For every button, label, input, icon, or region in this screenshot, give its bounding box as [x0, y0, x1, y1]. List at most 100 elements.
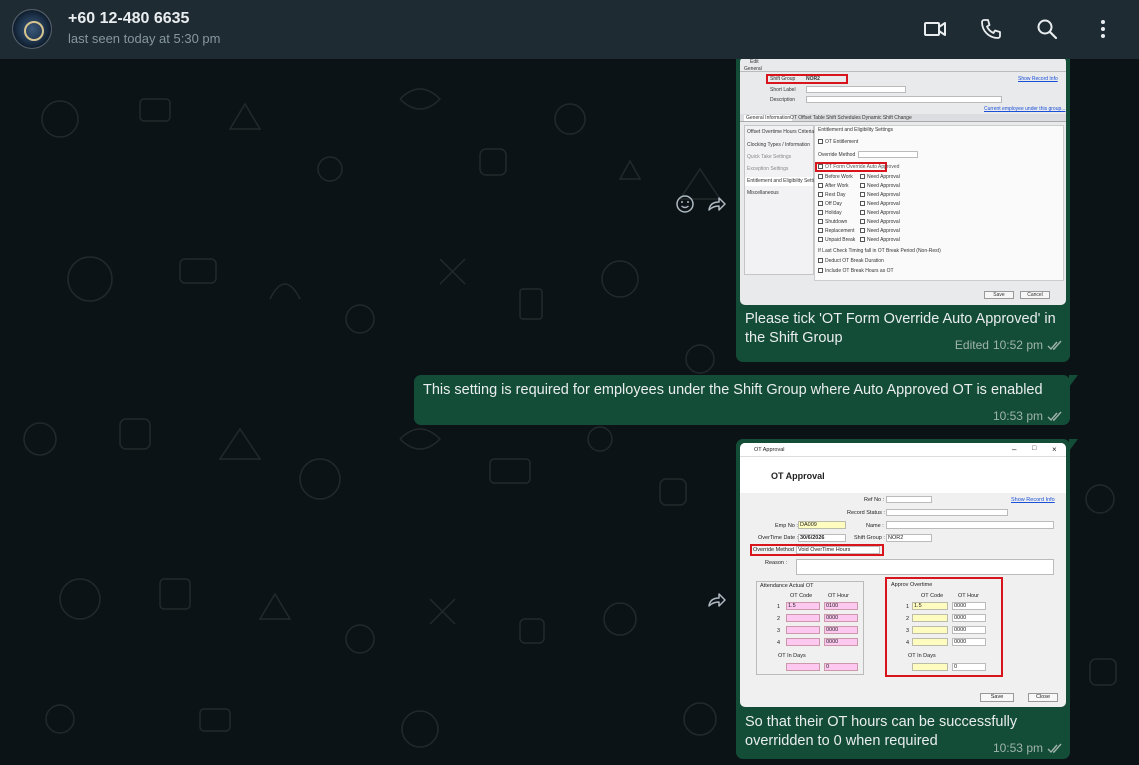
menu-offset-overtime[interactable]: Offset Overtime Hours Criteria [747, 129, 814, 135]
need-approval-checkbox[interactable] [860, 228, 865, 233]
need-approval-checkbox[interactable] [860, 219, 865, 224]
contact-avatar[interactable] [12, 9, 52, 49]
window-title: OT Approval [754, 447, 785, 453]
include-ot-checkbox[interactable] [818, 268, 823, 273]
row-number: 4 [906, 640, 910, 646]
minimize-icon[interactable]: – [1012, 445, 1016, 454]
ot-days-field[interactable] [952, 663, 986, 671]
description-field[interactable] [806, 96, 1002, 103]
day-row-checkbox[interactable] [818, 210, 823, 215]
forward-icon[interactable] [705, 589, 727, 611]
ref-no-label: Ref No : [864, 497, 885, 503]
emp-no-value: DA009 [800, 522, 817, 528]
override-method-label: Override Method [818, 152, 856, 158]
ot-approval-screenshot[interactable]: OT Approval – □ × OT Approval Ref No : S… [740, 443, 1066, 707]
voice-call-icon[interactable] [979, 17, 1003, 41]
ot-hour-value: 0000 [954, 627, 967, 633]
more-options-icon[interactable] [1091, 17, 1115, 41]
message-meta: 10:53 pm [993, 409, 1063, 423]
ot-entitlement-checkbox[interactable] [818, 139, 823, 144]
contact-name[interactable]: +60 12-480 6635 [68, 10, 189, 28]
day-row-checkbox[interactable] [818, 183, 823, 188]
ot-code-select[interactable] [912, 638, 948, 646]
record-status-label: Record Status : [847, 510, 885, 516]
ot-form-override-checkbox[interactable] [818, 164, 823, 169]
description-label: Description [770, 97, 796, 103]
shift-group-label: Shift Group [770, 76, 796, 82]
need-approval-checkbox[interactable] [860, 174, 865, 179]
ot-code-field[interactable] [786, 626, 820, 634]
ot-in-days-label: OT In Days [908, 653, 936, 659]
ot-code-field[interactable] [786, 638, 820, 646]
cancel-button[interactable]: Cancel [1020, 291, 1050, 299]
search-icon[interactable] [1035, 17, 1059, 41]
maximize-icon[interactable]: □ [1032, 445, 1036, 452]
override-method-select[interactable] [858, 151, 918, 158]
day-row-checkbox[interactable] [818, 237, 823, 242]
shift-group-screenshot[interactable]: Edit General Shift Group NOR2 Show Recor… [740, 59, 1066, 305]
tab-dynamic-shift-change[interactable]: Dynamic Shift Change [862, 115, 912, 121]
menu-quick-take[interactable]: Quick Take Settings [747, 154, 791, 160]
menu-miscellaneous[interactable]: Miscellaneous [747, 190, 779, 196]
override-method-label: Override Method : [753, 547, 798, 553]
emoji-react-icon[interactable] [674, 193, 696, 215]
need-approval-label: Need Approval [867, 219, 900, 225]
message-caption-line1: So that their OT hours can be successful… [745, 714, 1018, 730]
ot-days-code-select[interactable] [912, 663, 948, 671]
day-row-label: Replacement [825, 228, 855, 234]
need-approval-checkbox[interactable] [860, 210, 865, 215]
message-meta: Edited 10:52 pm [955, 338, 1063, 352]
ot-hour-value: 0000 [826, 627, 839, 633]
edited-label: Edited [954, 338, 989, 352]
menu-clocking-types[interactable]: Clocking Types / Information [747, 142, 810, 148]
ref-no-field[interactable] [886, 496, 932, 503]
message-image-3[interactable]: OT Approval – □ × OT Approval Ref No : S… [736, 439, 1078, 759]
record-status-field[interactable] [886, 509, 1008, 516]
ot-code-select[interactable] [912, 614, 948, 622]
show-record-info-link[interactable]: Show Record Info [1011, 497, 1055, 503]
ot-code-select[interactable] [912, 626, 948, 634]
shift-group-value: NOR2 [806, 76, 820, 82]
need-approval-checkbox[interactable] [860, 237, 865, 242]
chat-area[interactable]: Edit General Shift Group NOR2 Show Recor… [0, 59, 1139, 765]
short-label-field[interactable] [806, 86, 906, 93]
ot-hour-value: 0100 [826, 603, 839, 609]
tab-ot-offset-table[interactable]: OT Offset Table [790, 115, 825, 121]
message-meta: 10:53 pm [993, 741, 1063, 755]
need-approval-checkbox[interactable] [860, 183, 865, 188]
close-button[interactable]: Close [1028, 693, 1058, 702]
need-approval-label: Need Approval [867, 210, 900, 216]
menu-entitlement-settings[interactable]: Entitlement and Eligibility Settings [745, 177, 822, 186]
menu-exception-settings[interactable]: Exception Settings [747, 166, 788, 172]
day-row-checkbox[interactable] [818, 228, 823, 233]
message-image-1[interactable]: Edit General Shift Group NOR2 Show Recor… [736, 59, 1070, 362]
need-approval-checkbox[interactable] [860, 192, 865, 197]
video-call-icon[interactable] [923, 17, 947, 41]
section-title: Entitlement and Eligibility Settings [818, 127, 894, 133]
close-icon[interactable]: × [1052, 445, 1057, 454]
show-record-info-link[interactable]: Show Record Info [1018, 76, 1058, 82]
day-row-checkbox[interactable] [818, 174, 823, 179]
day-row-checkbox[interactable] [818, 192, 823, 197]
ot-code-header: OT Code [790, 593, 813, 599]
need-approval-checkbox[interactable] [860, 201, 865, 206]
ot-code-field[interactable] [786, 614, 820, 622]
shift-group-value: NOR2 [888, 535, 904, 541]
name-field[interactable] [886, 521, 1054, 529]
message-text-2[interactable]: This setting is required for employees u… [414, 375, 1078, 425]
deduct-ot-checkbox[interactable] [818, 258, 823, 263]
ot-days-value: 0 [826, 664, 830, 670]
save-button[interactable]: Save [980, 693, 1014, 702]
day-row-checkbox[interactable] [818, 219, 823, 224]
forward-icon[interactable] [705, 193, 727, 215]
save-button[interactable]: Save [984, 291, 1014, 299]
tab-general-information[interactable]: General Information [744, 115, 793, 121]
tab-shift-schedules[interactable]: Shift Schedules [826, 115, 861, 121]
ot-days-code-field[interactable] [786, 663, 820, 671]
day-row-checkbox[interactable] [818, 201, 823, 206]
short-label-label: Short Label [770, 87, 796, 93]
ot-days-value: 0 [954, 664, 958, 670]
ot-days-field[interactable] [824, 663, 858, 671]
current-employee-link[interactable]: Current employee under this group... [984, 106, 1065, 112]
reason-field[interactable] [796, 559, 1054, 575]
